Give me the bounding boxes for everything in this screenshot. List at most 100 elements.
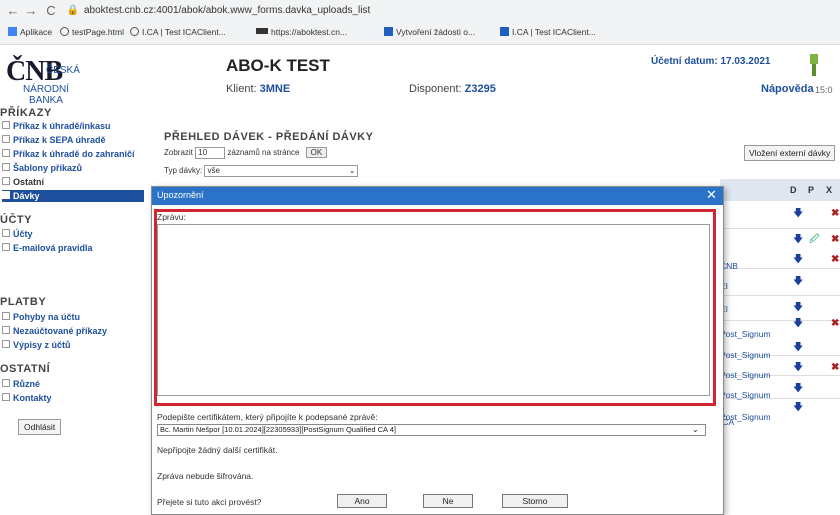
bullet-icon bbox=[2, 312, 10, 320]
bookmark-ica-1[interactable]: I.CA | Test ICAClient... bbox=[130, 25, 226, 39]
close-icon[interactable]: ✕ bbox=[706, 187, 717, 203]
sidebar-item-emailova-pravidla[interactable]: E-mailová pravidla bbox=[2, 243, 93, 253]
delete-icon[interactable]: ✖ bbox=[831, 208, 839, 219]
sidebar-item-sablony[interactable]: Šablony příkazů bbox=[2, 163, 82, 173]
table-cell-signer: Post_Signum bbox=[720, 370, 771, 380]
row-divider bbox=[720, 228, 840, 229]
globe-icon bbox=[60, 27, 69, 36]
bookmark-apps[interactable]: Aplikace bbox=[8, 25, 52, 39]
delete-icon[interactable]: ✖ bbox=[831, 234, 839, 245]
bullet-icon bbox=[2, 135, 10, 143]
delete-icon[interactable]: ✖ bbox=[831, 254, 839, 265]
certificate-select[interactable]: Bc. Martin Nešpor [10.01.2024][22305933]… bbox=[157, 424, 706, 436]
no-button[interactable]: Ne bbox=[423, 494, 473, 508]
expand-icon bbox=[2, 177, 10, 185]
insert-external-batch-button[interactable]: Vložení externí dávky bbox=[744, 145, 836, 161]
chevron-down-icon: ⌄ bbox=[692, 425, 699, 434]
batch-type-select[interactable]: vše ⌄ bbox=[204, 165, 359, 177]
sidebar-item-sepa[interactable]: Příkaz k SEPA úhradě bbox=[2, 135, 106, 145]
bookmark-aboktest[interactable]: https://aboktest.cn... bbox=[256, 25, 347, 39]
download-arrow-icon[interactable]: 🡇 bbox=[793, 274, 803, 291]
sidebar-item-ruzne[interactable]: Různé bbox=[2, 379, 40, 389]
section-ucty: ÚČTY bbox=[0, 214, 32, 226]
page-size-input[interactable]: 10 bbox=[195, 147, 226, 159]
sidebar-item-ucty[interactable]: Účty bbox=[2, 229, 33, 239]
favicon-icon bbox=[384, 27, 393, 36]
apps-icon bbox=[8, 27, 17, 36]
table-header bbox=[720, 179, 840, 201]
download-arrow-icon[interactable]: 🡇 bbox=[793, 340, 803, 357]
page-size-control: Zobrazit 10 záznamů na stránce OK bbox=[164, 147, 328, 159]
bullet-icon bbox=[2, 163, 10, 171]
expand-icon bbox=[2, 379, 10, 387]
disponent-info: Disponent: Z3295 bbox=[409, 83, 496, 95]
confirm-question: Přejete si tuto akci provést? bbox=[157, 497, 262, 507]
download-arrow-icon[interactable]: 🡇 bbox=[793, 316, 803, 333]
sidebar-item-ostatni[interactable]: Ostatní bbox=[2, 177, 44, 187]
warning-dialog: Upozornění ✕ Zprávu: Podepište certifiká… bbox=[151, 186, 724, 515]
ok-button[interactable]: OK bbox=[305, 147, 328, 159]
bullet-icon bbox=[2, 229, 10, 237]
download-arrow-icon[interactable]: 🡇 bbox=[793, 381, 803, 398]
help-link[interactable]: Nápověda bbox=[761, 83, 814, 95]
clock: 15:0 bbox=[815, 85, 833, 95]
globe-icon bbox=[130, 27, 139, 36]
bullet-icon bbox=[2, 191, 10, 199]
bullet-icon bbox=[2, 121, 10, 129]
lock-icon: 🔒 bbox=[66, 5, 80, 16]
logo-narodni-banka: NÁRODNÍ BANKA bbox=[22, 84, 70, 106]
section-prikazy: PŘÍKAZY bbox=[0, 107, 52, 119]
reload-icon[interactable]: C bbox=[44, 4, 58, 18]
column-header-p: P bbox=[808, 185, 815, 195]
sidebar-item-pohyby[interactable]: Pohyby na účtu bbox=[2, 312, 80, 322]
favicon-icon bbox=[256, 28, 268, 34]
forward-icon[interactable]: → bbox=[24, 4, 38, 18]
page-title: PŘEHLED DÁVEK - PŘEDÁNÍ DÁVKY bbox=[164, 131, 374, 143]
column-header-x: X bbox=[826, 185, 833, 195]
table-cell-signer: Post_Signum bbox=[720, 350, 771, 360]
download-arrow-icon[interactable]: 🡇 bbox=[793, 206, 803, 223]
row-divider bbox=[720, 268, 840, 269]
sidebar-item-nezauctovane[interactable]: Nezaúčtované příkazy bbox=[2, 326, 107, 336]
download-arrow-icon[interactable]: 🡇 bbox=[793, 232, 803, 249]
sidebar-item-kontakty[interactable]: Kontakty bbox=[2, 393, 52, 403]
bullet-icon bbox=[2, 393, 10, 401]
not-encrypted-text: Zpráva nebude šifrována. bbox=[157, 471, 254, 481]
row-divider bbox=[720, 295, 840, 296]
download-arrow-icon[interactable]: 🡇 bbox=[793, 300, 803, 317]
app-title: ABO-K TEST bbox=[226, 56, 330, 75]
message-textarea[interactable] bbox=[157, 224, 710, 396]
dialog-title: Upozornění bbox=[157, 190, 204, 200]
back-icon[interactable]: ← bbox=[6, 4, 20, 18]
download-arrow-icon[interactable]: 🡇 bbox=[793, 360, 803, 377]
sign-icon[interactable]: 🖉 bbox=[809, 232, 820, 249]
sidebar-item-davky[interactable]: Dávky bbox=[2, 190, 144, 202]
expand-icon bbox=[2, 326, 10, 334]
bookmark-ica-2[interactable]: I.CA | Test ICAClient... bbox=[500, 25, 596, 39]
message-label: Zprávu: bbox=[157, 212, 186, 222]
plug-icon bbox=[810, 54, 818, 76]
logo-ceska: ČESKÁ bbox=[46, 65, 80, 76]
column-header-d: D bbox=[790, 185, 797, 195]
sidebar-item-prikaz-uhrada[interactable]: Příkaz k úhradě/inkasu bbox=[2, 121, 111, 131]
no-extra-certificate-text: Nepřipojte žádný další certifikát. bbox=[157, 445, 278, 455]
logout-button[interactable]: Odhlásit bbox=[18, 419, 62, 435]
yes-button[interactable]: Ano bbox=[337, 494, 387, 508]
sidebar-item-zahranici[interactable]: Příkaz k úhradě do zahraničí bbox=[2, 149, 135, 159]
download-arrow-icon[interactable]: 🡇 bbox=[793, 252, 803, 269]
bookmark-testpage[interactable]: testPage.html bbox=[60, 25, 124, 39]
delete-icon[interactable]: ✖ bbox=[831, 362, 839, 373]
batch-type-filter: Typ dávky: vše ⌄ bbox=[164, 165, 359, 177]
address-bar[interactable]: aboktest.cnb.cz:4001/abok/abok.www_forms… bbox=[84, 4, 370, 18]
cancel-button[interactable]: Storno bbox=[502, 494, 568, 508]
table-cell-signer: Post_Signum bbox=[720, 390, 771, 400]
delete-icon[interactable]: ✖ bbox=[831, 318, 839, 329]
sidebar-item-vypisy[interactable]: Výpisy z účtů bbox=[2, 340, 71, 350]
dialog-title-bar[interactable]: Upozornění ✕ bbox=[152, 187, 723, 205]
browser-chrome: ← → C 🔒 aboktest.cnb.cz:4001/abok/abok.w… bbox=[0, 0, 840, 45]
download-arrow-icon[interactable]: 🡇 bbox=[793, 400, 803, 417]
favicon-icon bbox=[500, 27, 509, 36]
accounting-date: Účetní datum: 17.03.2021 bbox=[651, 56, 771, 67]
section-platby: PLATBY bbox=[0, 296, 47, 308]
bookmark-vytvoreni[interactable]: Vytvoření žádosti o... bbox=[384, 25, 475, 39]
